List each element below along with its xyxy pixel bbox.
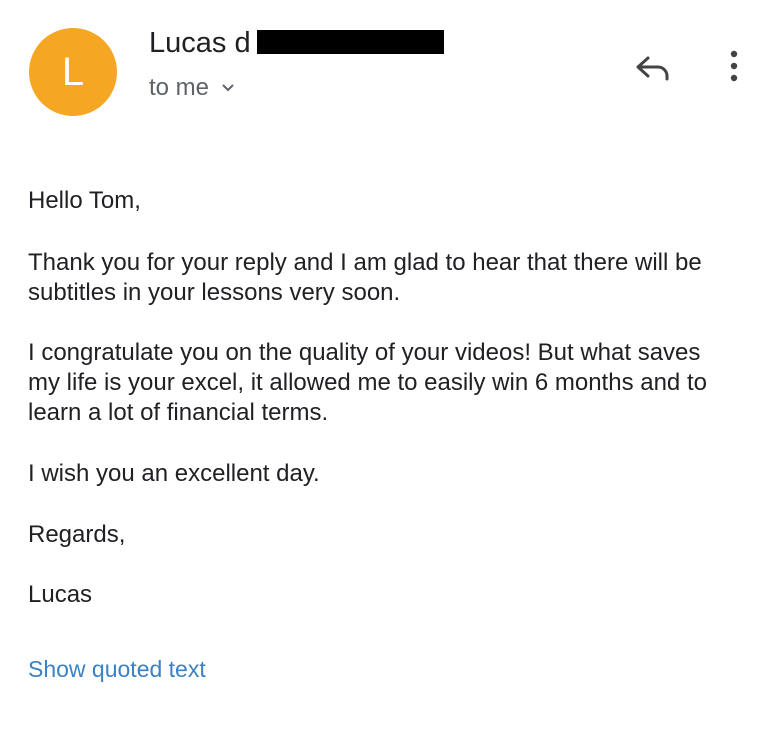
message-signature: Lucas	[28, 581, 93, 608]
message-paragraph: I wish you an excellent day.	[28, 460, 320, 487]
message-greeting: Hello Tom,	[28, 187, 141, 214]
recipient-details-toggle[interactable]: to me	[149, 74, 235, 102]
chevron-down-icon	[222, 84, 234, 92]
message-paragraph: Thank you for your reply and I am glad t…	[28, 249, 702, 306]
message-paragraph: I congratulate you on the quality of you…	[28, 339, 707, 426]
reply-icon[interactable]	[630, 50, 674, 86]
sender-name: Lucas d	[149, 27, 251, 59]
avatar-letter: L	[61, 49, 85, 94]
more-vertical-icon[interactable]	[722, 46, 746, 86]
show-quoted-text-link[interactable]: Show quoted text	[28, 656, 206, 683]
redaction-bar	[257, 30, 444, 54]
avatar[interactable]: L	[29, 28, 117, 116]
recipient-label: to me	[149, 74, 210, 101]
message-signoff: Regards,	[28, 521, 126, 548]
